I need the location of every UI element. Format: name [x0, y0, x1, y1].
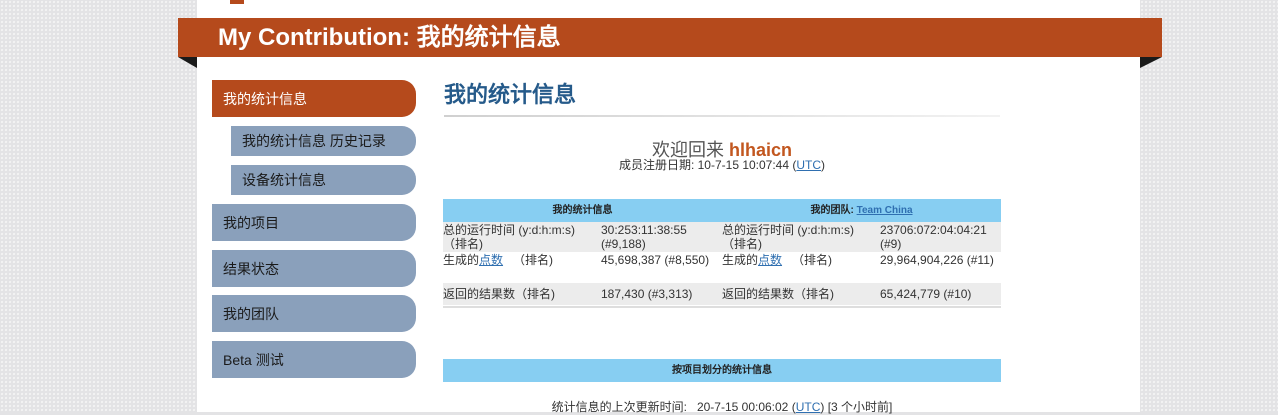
team-points-value: 29,964,904,226 (#11) — [880, 253, 994, 267]
my-stats-table: 我的统计信息 总的运行时间 (y:d:h:m:s) （排名) 30:253:11… — [443, 199, 722, 305]
table-divider — [443, 306, 722, 308]
table-divider — [722, 306, 1001, 308]
last-updated-line: 统计信息的上次更新时间: 20-7-15 00:06:02 (UTC) [3 个… — [444, 398, 1000, 415]
banner-title: My Contribution: 我的统计信息 — [218, 24, 561, 51]
table-row: 生成的点数 （排名) 29,964,904,226 (#11) — [722, 252, 1001, 283]
table-row: 总的运行时间 (y:d:h:m:s) （排名) 23706:072:04:04:… — [722, 222, 1001, 252]
sidebar-item-label: 我的统计信息 历史记录 — [242, 133, 386, 149]
points-prefix: 生成的 — [443, 253, 480, 267]
table-row: 返回的结果数（排名) 187,430 (#3,313) — [443, 283, 722, 305]
results-label: 返回的结果数（排名) — [443, 287, 555, 301]
runtime-label: 总的运行时间 (y:d:h:m:s) （排名) — [443, 223, 576, 251]
team-points-label: 生成的点数 （排名) — [722, 252, 880, 283]
sidebar-item-label: 设备统计信息 — [242, 172, 326, 188]
table-row: 生成的点数 （排名) 45,698,387 (#8,550) — [443, 252, 722, 283]
sidebar-item-label: 结果状态 — [223, 260, 279, 277]
registration-close: ) — [821, 158, 826, 172]
team-results-label: 返回的结果数（排名) — [722, 287, 834, 301]
title-divider — [444, 115, 1000, 117]
team-runtime-value: 23706:072:04:04:21 (#9) — [880, 223, 987, 251]
registration-date: 10-7-15 10:07:44 ( — [697, 158, 797, 172]
sidebar-item-my-stats[interactable]: 我的统计信息 — [212, 80, 416, 117]
sidebar-item-label: 我的项目 — [223, 214, 279, 231]
team-runtime-label: 总的运行时间 (y:d:h:m:s) （排名) — [722, 223, 855, 251]
points-value: 45,698,387 (#8,550) — [601, 253, 710, 267]
points-suffix: （排名) — [513, 253, 554, 267]
team-results-value: 65,424,779 (#10) — [880, 287, 972, 301]
page-banner: My Contribution: 我的统计信息 — [178, 18, 1162, 57]
team-link[interactable]: Team China — [857, 205, 913, 216]
sidebar-item-beta-test[interactable]: Beta 测试 — [212, 341, 416, 378]
points-label: 生成的点数 （排名) — [443, 252, 601, 283]
points-link[interactable]: 点数 — [479, 253, 503, 267]
my-stats-header: 我的统计信息 — [443, 199, 722, 222]
sidebar-item-stats-history[interactable]: 我的统计信息 历史记录 — [231, 126, 416, 156]
table-row: 总的运行时间 (y:d:h:m:s) （排名) 30:253:11:38:55 … — [443, 222, 722, 252]
sidebar-item-my-projects[interactable]: 我的项目 — [212, 204, 416, 241]
top-accent — [230, 0, 244, 4]
sidebar-item-label: 我的统计信息 — [223, 90, 307, 107]
team-points-suffix: （排名) — [792, 253, 833, 267]
sidebar-item-label: 我的团队 — [223, 305, 279, 322]
projects-stats-header: 按项目划分的统计信息 — [443, 359, 1001, 382]
team-points-prefix: 生成的 — [722, 253, 759, 267]
banner-fold-right — [1140, 57, 1162, 68]
sidebar-item-my-team[interactable]: 我的团队 — [212, 295, 416, 332]
table-row: 返回的结果数（排名) 65,424,779 (#10) — [722, 283, 1001, 305]
utc-link[interactable]: UTC — [796, 158, 821, 172]
page-title: 我的统计信息 — [444, 82, 577, 107]
runtime-value: 30:253:11:38:55 (#9,188) — [601, 223, 687, 251]
sidebar-item-result-status[interactable]: 结果状态 — [212, 250, 416, 287]
banner-fold-left — [178, 57, 197, 68]
sidebar-item-device-stats[interactable]: 设备统计信息 — [231, 165, 416, 195]
team-points-link[interactable]: 点数 — [758, 253, 782, 267]
sidebar-item-label: Beta 测试 — [223, 351, 284, 368]
team-header-prefix: 我的团队: — [810, 205, 857, 216]
team-stats-header: 我的团队: Team China — [722, 199, 1001, 222]
registration-label: 成员注册日期: — [618, 158, 695, 172]
team-stats-table: 我的团队: Team China 总的运行时间 (y:d:h:m:s) （排名)… — [722, 199, 1001, 305]
registration-line: 成员注册日期: 10-7-15 10:07:44 (UTC) — [444, 156, 1000, 173]
results-value: 187,430 (#3,313) — [601, 287, 693, 301]
